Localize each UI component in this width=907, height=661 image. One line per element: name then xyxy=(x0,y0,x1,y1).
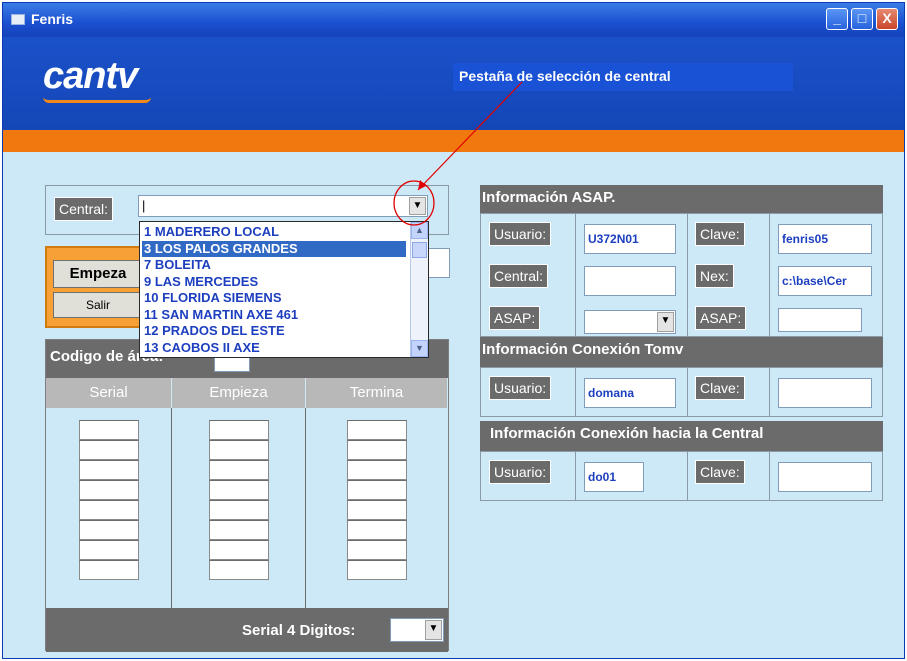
salir-button[interactable]: Salir xyxy=(53,292,143,318)
grid-cell-input[interactable] xyxy=(79,460,139,480)
header-banner: cantv Pestaña de selección de central xyxy=(3,37,904,130)
serial4-footer: Serial 4 Digitos: ▼ xyxy=(46,608,448,652)
serial-column xyxy=(46,408,172,608)
minimize-button[interactable]: _ xyxy=(826,8,848,30)
grid-cell-input[interactable] xyxy=(209,500,269,520)
grid-cell-input[interactable] xyxy=(79,520,139,540)
central-usuario-label: Usuario: xyxy=(489,460,552,484)
asap-usuario-field[interactable]: U372N01 xyxy=(584,224,676,254)
dropdown-option[interactable]: 12 PRADOS DEL ESTE xyxy=(142,323,406,339)
tab-selection-label: Pestaña de selección de central xyxy=(453,63,793,91)
close-button[interactable]: X xyxy=(876,8,898,30)
scroll-thumb[interactable] xyxy=(412,242,427,258)
tomv-clave-label: Clave: xyxy=(695,376,745,400)
serial4-combo[interactable]: ▼ xyxy=(390,618,444,642)
dropdown-option[interactable]: 7 BOLEITA xyxy=(142,257,406,273)
app-icon xyxy=(11,14,25,25)
central-label: Central: xyxy=(54,197,114,221)
grid-cell-input[interactable] xyxy=(347,500,407,520)
hidden-input-box[interactable] xyxy=(428,248,450,278)
asap-section-header: Información ASAP. xyxy=(480,185,883,213)
dropdown-option[interactable]: 3 LOS PALOS GRANDES xyxy=(142,240,406,257)
asap-section-body: Usuario: U372N01 Clave: fenris05 Central… xyxy=(480,213,883,337)
central-combo-value: | xyxy=(142,198,146,213)
maximize-button[interactable]: □ xyxy=(851,8,873,30)
asap-combo[interactable]: ▼ xyxy=(584,310,676,334)
action-button-panel: Empeza Salir xyxy=(45,246,151,328)
grid-cell-input[interactable] xyxy=(347,460,407,480)
tomv-usuario-field[interactable]: domana xyxy=(584,378,676,408)
central-clave-field[interactable] xyxy=(778,462,872,492)
asap-clave-label: Clave: xyxy=(695,222,745,246)
asap-asap-label-2: ASAP: xyxy=(695,306,747,330)
dropdown-option[interactable]: 9 LAS MERCEDES xyxy=(142,274,406,290)
asap-dropdown-arrow[interactable]: ▼ xyxy=(657,312,674,332)
grid-cell-input[interactable] xyxy=(347,520,407,540)
column-header-termina: Termina xyxy=(306,378,448,408)
column-header-empieza: Empieza xyxy=(172,378,306,408)
grid-cell-input[interactable] xyxy=(347,540,407,560)
title-bar: Fenris _ □ X xyxy=(3,3,904,37)
central-dropdown-arrow[interactable]: ▼ xyxy=(409,197,426,215)
dropdown-scrollbar[interactable]: ▲ ▼ xyxy=(410,222,428,357)
asap-nex-field[interactable]: c:\base\Cer xyxy=(778,266,872,296)
scroll-up-icon[interactable]: ▲ xyxy=(411,222,428,239)
grid-cell-input[interactable] xyxy=(79,420,139,440)
serial-grid-panel: Codigo de área: Serial Empieza Termina S… xyxy=(45,339,449,652)
tomv-section-body: Usuario: domana Clave: xyxy=(480,367,883,417)
asap-clave-field[interactable]: fenris05 xyxy=(778,224,872,254)
grid-cell-input[interactable] xyxy=(79,560,139,580)
dropdown-option[interactable]: 11 SAN MARTIN AXE 461 xyxy=(142,307,406,323)
column-header-serial: Serial xyxy=(46,378,172,408)
serial4-dropdown-arrow[interactable]: ▼ xyxy=(425,620,442,640)
grid-cell-input[interactable] xyxy=(79,500,139,520)
grid-cell-input[interactable] xyxy=(79,480,139,500)
logo-swoosh xyxy=(43,97,151,103)
dropdown-option[interactable]: 1 MADERERO LOCAL xyxy=(142,224,406,240)
asap-asap-field[interactable] xyxy=(778,308,862,332)
asap-asap-label-1: ASAP: xyxy=(489,306,541,330)
scroll-down-icon[interactable]: ▼ xyxy=(411,340,428,357)
app-window: Fenris _ □ X cantv Pestaña de selección … xyxy=(2,2,905,659)
grid-cell-input[interactable] xyxy=(347,420,407,440)
grid-cell-input[interactable] xyxy=(209,420,269,440)
empieza-column xyxy=(172,408,306,608)
grid-cell-input[interactable] xyxy=(79,540,139,560)
grid-cell-input[interactable] xyxy=(209,480,269,500)
asap-nex-label: Nex: xyxy=(695,264,734,288)
central-clave-label: Clave: xyxy=(695,460,745,484)
grid-cell-input[interactable] xyxy=(209,560,269,580)
central-combo[interactable]: | ▼ xyxy=(138,195,428,217)
window-title: Fenris xyxy=(31,11,74,27)
grid-cell-input[interactable] xyxy=(347,560,407,580)
asap-central-field[interactable] xyxy=(584,266,676,296)
grid-cell-input[interactable] xyxy=(209,540,269,560)
info-panel: Información ASAP. Usuario: U372N01 Clave… xyxy=(480,185,883,515)
central-usuario-field[interactable]: do01 xyxy=(584,462,644,492)
termina-column xyxy=(306,408,448,608)
grid-cell-input[interactable] xyxy=(209,440,269,460)
central-conn-section-header: Información Conexión hacia la Central xyxy=(480,421,883,451)
central-dropdown-list[interactable]: ▲ ▼ 1 MADERERO LOCAL 3 LOS PALOS GRANDES 7… xyxy=(139,221,429,358)
asap-central-label: Central: xyxy=(489,264,549,288)
empieza-button[interactable]: Empeza xyxy=(53,260,143,288)
tomv-usuario-label: Usuario: xyxy=(489,376,552,400)
orange-divider xyxy=(3,130,904,152)
tomv-clave-field[interactable] xyxy=(778,378,872,408)
central-conn-section-body: Usuario: do01 Clave: xyxy=(480,451,883,501)
tomv-section-header: Información Conexión Tomv xyxy=(480,337,883,367)
serial4-label: Serial 4 Digitos: xyxy=(242,622,356,639)
dropdown-option[interactable]: 13 CAOBOS II AXE xyxy=(142,340,406,356)
grid-cell-input[interactable] xyxy=(347,440,407,460)
dropdown-option[interactable]: 10 FLORIDA SIEMENS xyxy=(142,290,406,306)
grid-cell-input[interactable] xyxy=(79,440,139,460)
grid-cell-input[interactable] xyxy=(347,480,407,500)
grid-cell-input[interactable] xyxy=(209,460,269,480)
cantv-logo: cantv xyxy=(43,55,138,97)
grid-cell-input[interactable] xyxy=(209,520,269,540)
asap-usuario-label: Usuario: xyxy=(489,222,552,246)
